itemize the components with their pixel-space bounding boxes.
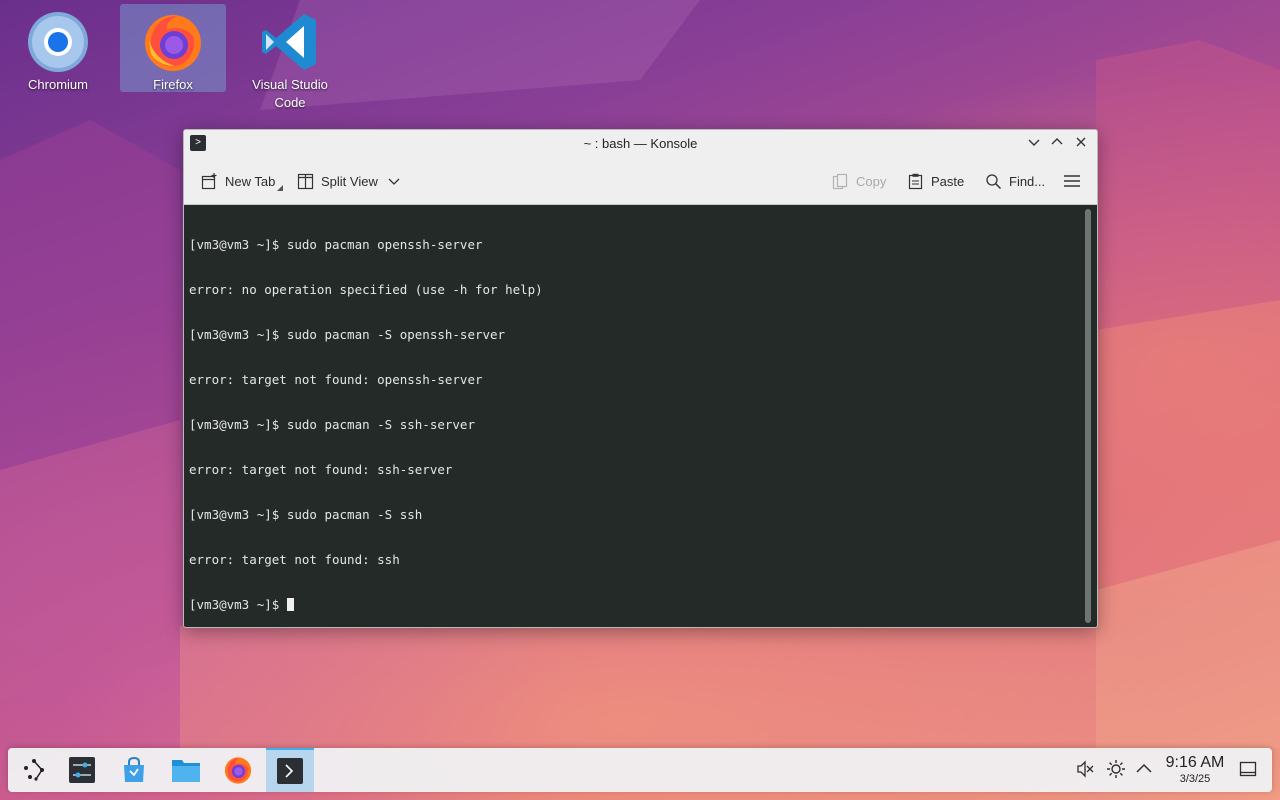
terminal-line: [vm3@vm3 ~]$ sudo pacman -S ssh bbox=[189, 507, 423, 522]
terminal-output: [vm3@vm3 ~]$ sudo pacman openssh-server … bbox=[189, 207, 543, 627]
taskbar-discover[interactable] bbox=[110, 748, 158, 792]
find-label: Find... bbox=[1009, 173, 1046, 189]
search-icon bbox=[986, 173, 1002, 189]
desktop-icon-label: Visual Studio Code bbox=[252, 77, 328, 110]
vscode-icon bbox=[262, 14, 316, 70]
clock[interactable]: 9:16 AM 3/3/25 bbox=[1160, 754, 1230, 786]
dropdown-corner-icon bbox=[277, 185, 284, 191]
terminal-line: error: target not found: openssh-server bbox=[189, 372, 483, 387]
terminal-line: error: no operation specified (use -h fo… bbox=[189, 282, 543, 297]
chevron-down-icon bbox=[1028, 139, 1040, 146]
copy-icon bbox=[832, 173, 848, 189]
close-icon bbox=[1076, 137, 1086, 147]
terminal-line: [vm3@vm3 ~]$ sudo pacman -S openssh-serv… bbox=[189, 327, 506, 342]
scrollbar-thumb[interactable] bbox=[1085, 209, 1091, 623]
terminal-prompt: [vm3@vm3 ~]$ bbox=[189, 597, 287, 612]
show-hidden-icons-button[interactable] bbox=[1133, 758, 1155, 780]
taskbar-system-settings[interactable] bbox=[58, 748, 106, 792]
taskbar: 9:16 AM 3/3/25 bbox=[8, 748, 1272, 792]
new-tab-icon bbox=[201, 172, 217, 189]
chevron-up-icon bbox=[1136, 763, 1152, 773]
desktop-icon-vscode[interactable]: Visual Studio Code bbox=[237, 4, 343, 112]
terminal-area[interactable]: [vm3@vm3 ~]$ sudo pacman openssh-server … bbox=[184, 205, 1097, 627]
brightness-icon bbox=[1107, 760, 1125, 778]
find-button[interactable]: Find... bbox=[985, 170, 1045, 192]
split-view-label: Split View bbox=[321, 173, 378, 189]
paste-button[interactable]: Paste bbox=[907, 170, 964, 192]
split-view-icon bbox=[297, 173, 314, 189]
toolbar: New Tab Split View Copy Paste Find... bbox=[184, 158, 1097, 205]
chevron-up-icon bbox=[1051, 138, 1063, 145]
show-desktop-button[interactable] bbox=[1237, 758, 1259, 780]
show-desktop-icon bbox=[1239, 761, 1257, 777]
chevron-down-icon bbox=[388, 178, 400, 185]
chromium-icon bbox=[28, 12, 88, 72]
copy-button[interactable]: Copy bbox=[832, 170, 886, 192]
taskbar-firefox[interactable] bbox=[214, 748, 262, 792]
scrollbar[interactable] bbox=[1085, 209, 1091, 623]
terminal-line: error: target not found: ssh-server bbox=[189, 462, 453, 477]
minimize-button[interactable] bbox=[1026, 136, 1042, 152]
new-tab-label: New Tab bbox=[225, 173, 276, 189]
terminal-prompt-line: [vm3@vm3 ~]$ bbox=[189, 597, 543, 612]
volume-muted-icon bbox=[1077, 760, 1094, 778]
settings-sliders-icon bbox=[69, 757, 95, 783]
copy-label: Copy bbox=[856, 173, 887, 189]
maximize-button[interactable] bbox=[1049, 136, 1065, 152]
application-launcher-button[interactable] bbox=[10, 748, 58, 792]
taskbar-konsole[interactable] bbox=[266, 748, 314, 792]
title-bar[interactable]: > ~ : bash — Konsole bbox=[184, 130, 1097, 158]
desktop-icon-label: Chromium bbox=[28, 77, 88, 92]
new-tab-button[interactable]: New Tab bbox=[201, 170, 284, 192]
terminal-line: [vm3@vm3 ~]$ sudo pacman -S ssh-server bbox=[189, 417, 475, 432]
split-view-button[interactable]: Split View bbox=[297, 170, 407, 192]
clock-date: 3/3/25 bbox=[1179, 773, 1211, 785]
paste-label: Paste bbox=[931, 173, 965, 189]
hamburger-menu-icon bbox=[1064, 175, 1080, 187]
text-cursor bbox=[286, 598, 294, 611]
folder-icon bbox=[172, 760, 200, 782]
window-title: ~ : bash — Konsole bbox=[583, 136, 698, 151]
konsole-window[interactable]: > ~ : bash — Konsole New Tab Split View … bbox=[183, 129, 1098, 628]
firefox-icon bbox=[224, 757, 252, 784]
hamburger-menu-button[interactable] bbox=[1063, 170, 1088, 192]
desktop-icon-firefox[interactable]: Firefox bbox=[120, 4, 226, 92]
volume-muted-button[interactable] bbox=[1074, 758, 1096, 780]
desktop-icon-chromium[interactable]: Chromium bbox=[5, 4, 111, 92]
launcher-icon bbox=[24, 759, 44, 781]
desktop-icon-label: Firefox bbox=[153, 77, 193, 92]
close-button[interactable] bbox=[1073, 136, 1089, 152]
taskbar-file-manager[interactable] bbox=[162, 748, 210, 792]
shopping-bag-icon bbox=[124, 756, 144, 782]
firefox-icon bbox=[145, 15, 201, 71]
terminal-line: [vm3@vm3 ~]$ sudo pacman openssh-server bbox=[189, 237, 483, 252]
paste-icon bbox=[908, 173, 923, 189]
terminal-line: error: target not found: ssh bbox=[189, 552, 400, 567]
terminal-icon bbox=[277, 758, 303, 784]
brightness-button[interactable] bbox=[1105, 758, 1127, 780]
clock-time: 9:16 AM bbox=[1165, 754, 1225, 771]
